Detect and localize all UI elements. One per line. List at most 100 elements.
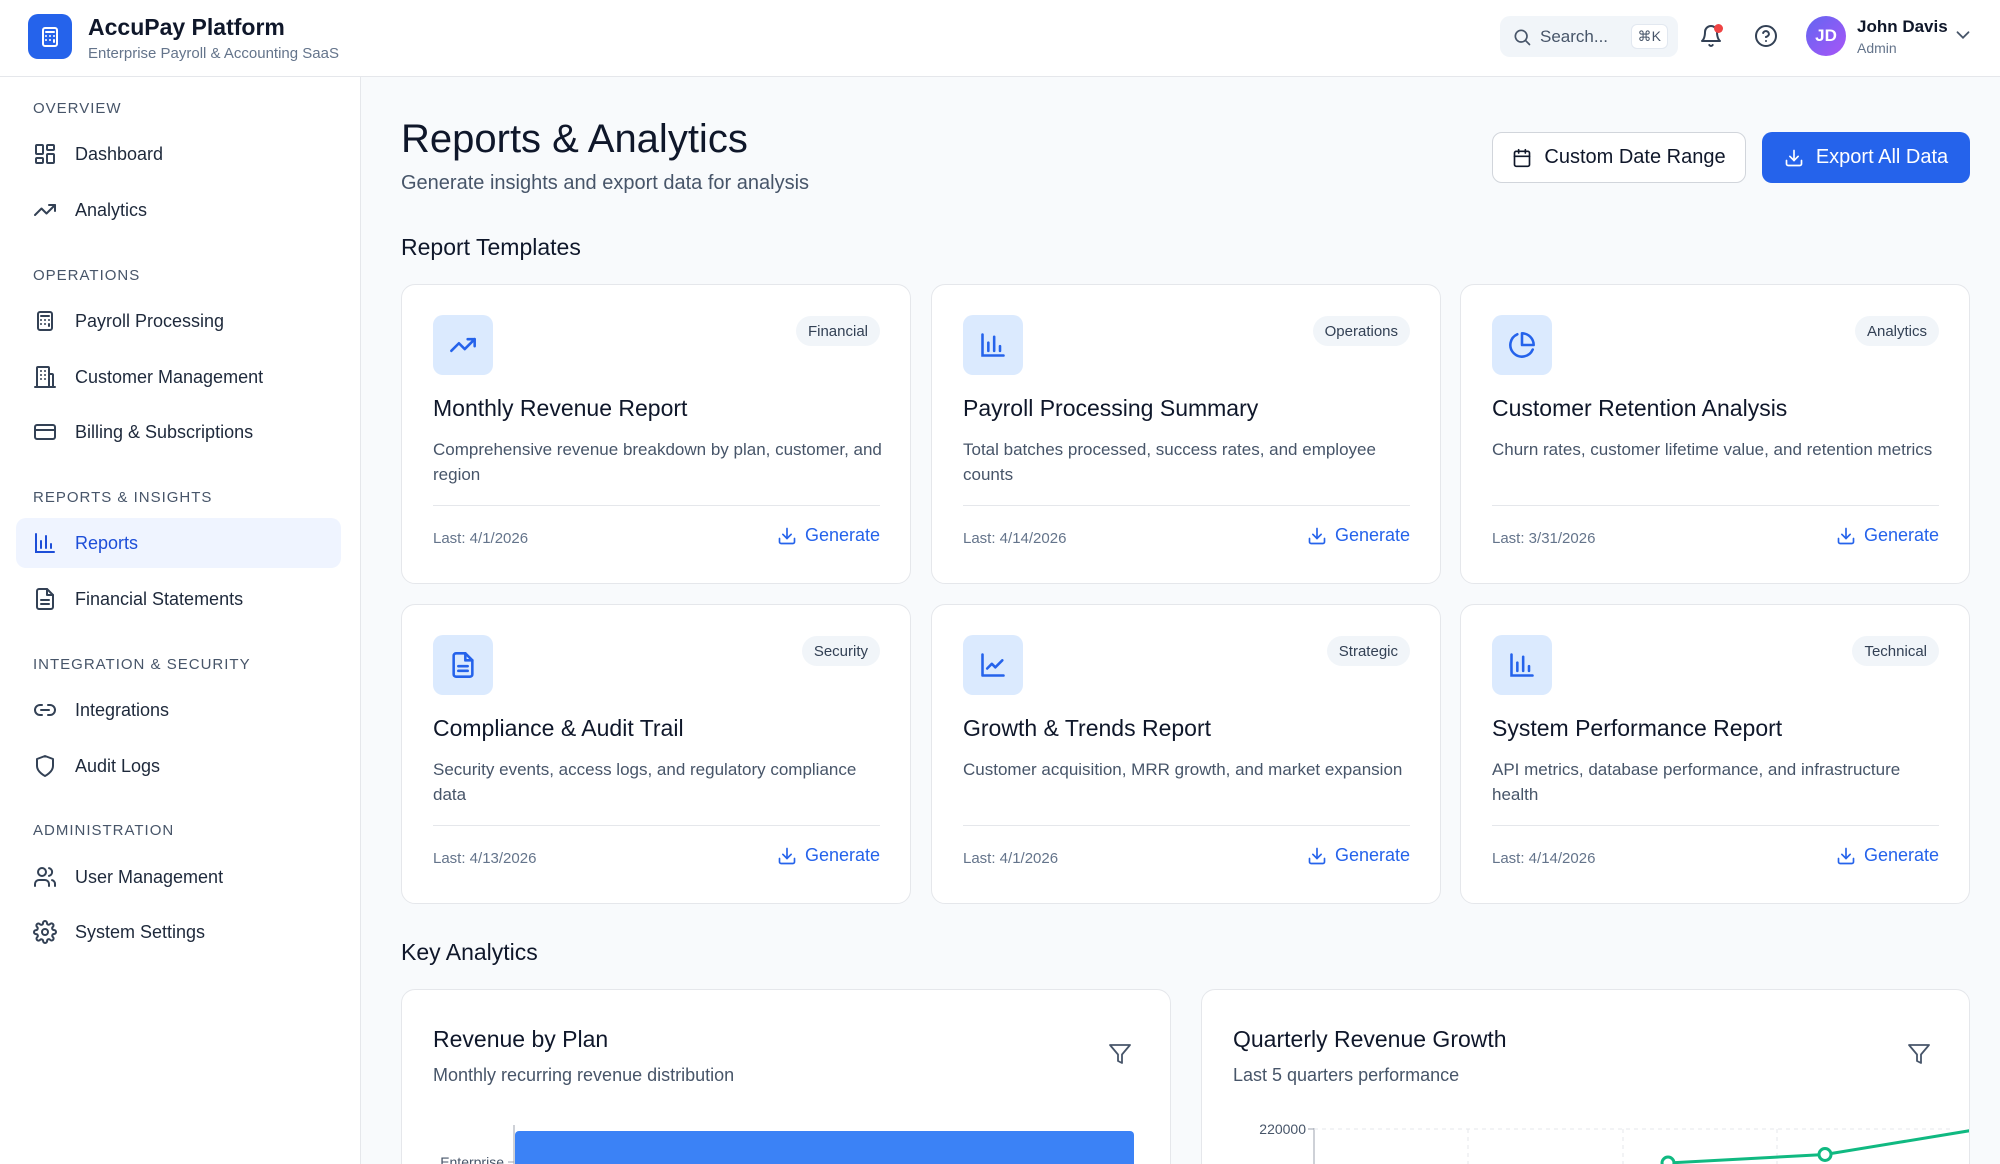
card-description: Churn rates, customer lifetime value, an…	[1492, 440, 1933, 459]
download-icon	[1308, 847, 1326, 864]
y-tick-label: Enterprise	[440, 1154, 504, 1164]
sidebar-item-label: Integrations	[75, 699, 170, 720]
download-icon	[1785, 149, 1803, 166]
sidebar-item-analytics[interactable]: Analytics	[16, 185, 341, 235]
credit-card-icon	[34, 424, 56, 440]
card-description: Customer acquisition, MRR growth, and ma…	[963, 760, 1403, 779]
sidebar-item-label: Billing & Subscriptions	[75, 421, 254, 442]
trending-up-icon	[34, 204, 56, 216]
notification-dot	[1714, 24, 1723, 33]
custom-date-range-button[interactable]: Custom Date Range	[1492, 132, 1746, 183]
users-icon	[34, 867, 57, 887]
sidebar-item-system-settings[interactable]: System Settings	[16, 907, 341, 957]
dashboard-icon	[35, 144, 55, 164]
report-card-growth-trends: Strategic Growth & Trends Report Custome…	[931, 604, 1441, 904]
last-generated: Last: 4/14/2026	[1492, 850, 1596, 867]
divider	[963, 825, 1410, 826]
quarterly-growth-chart: 220000	[1259, 1121, 1969, 1164]
custom-date-range-label: Custom Date Range	[1544, 146, 1726, 168]
link-icon	[34, 704, 56, 716]
bar-enterprise[interactable]	[515, 1131, 1134, 1164]
sidebar-item-dashboard[interactable]: Dashboard	[16, 129, 341, 179]
last-generated: Last: 4/13/2026	[433, 850, 537, 867]
search-icon	[1514, 29, 1531, 45]
bar-chart-icon	[35, 533, 55, 553]
card-title: Compliance & Audit Trail	[433, 715, 684, 741]
last-generated: Last: 4/1/2026	[433, 530, 529, 547]
user-name[interactable]: John Davis	[1857, 17, 1948, 37]
generate-label: Generate	[1334, 525, 1410, 545]
sidebar-item-label: Customer Management	[75, 366, 264, 387]
key-analytics-title: Key Analytics	[401, 939, 538, 965]
card-description: API metrics, database performance, and i…	[1492, 760, 1901, 804]
generate-button[interactable]: Generate	[777, 525, 880, 546]
sidebar-item-integrations[interactable]: Integrations	[16, 685, 341, 735]
sidebar-item-audit-logs[interactable]: Audit Logs	[16, 741, 341, 791]
report-templates-title: Report Templates	[401, 234, 581, 260]
sidebar-section-administration: ADMINISTRATION	[33, 822, 175, 839]
divider	[963, 505, 1410, 506]
search-label: Search...	[1540, 26, 1609, 46]
generate-button[interactable]: Generate	[1307, 525, 1410, 546]
sidebar-item-user-management[interactable]: User Management	[16, 852, 341, 902]
data-point[interactable]	[1660, 1155, 1676, 1164]
category-badge: Financial	[795, 316, 880, 346]
sidebar-item-label: Financial Statements	[75, 588, 244, 609]
download-icon	[1837, 847, 1855, 864]
data-point[interactable]	[1817, 1147, 1833, 1162]
search-shortcut: ⌘K	[1630, 24, 1668, 49]
card-icon-box	[433, 635, 493, 695]
notifications-button[interactable]	[1695, 20, 1727, 52]
document-icon	[452, 652, 474, 678]
download-icon	[1837, 527, 1855, 544]
avatar[interactable]: JD	[1806, 16, 1846, 56]
chevron-down-icon[interactable]	[1952, 24, 1974, 46]
report-card-compliance: Security Compliance & Audit Trail Securi…	[401, 604, 911, 904]
search-button[interactable]: Search... ⌘K	[1500, 16, 1678, 57]
sidebar-section-reports: REPORTS & INSIGHTS	[33, 489, 213, 506]
generate-label: Generate	[1863, 845, 1939, 865]
document-icon	[36, 588, 54, 610]
gear-icon	[33, 920, 57, 944]
divider	[433, 505, 880, 506]
card-title: System Performance Report	[1492, 715, 1783, 741]
sidebar-item-label: Analytics	[75, 199, 148, 220]
export-all-data-button[interactable]: Export All Data	[1762, 132, 1970, 183]
sidebar: OVERVIEW Dashboard Analytics OPERATIONS …	[0, 77, 361, 1164]
last-generated: Last: 3/31/2026	[1492, 530, 1596, 547]
card-icon-box	[1492, 315, 1552, 375]
revenue-by-plan-card: Revenue by Plan Monthly recurring revenu…	[401, 989, 1171, 1164]
help-button[interactable]	[1750, 20, 1782, 52]
card-title: Payroll Processing Summary	[963, 395, 1259, 421]
app-subtitle: Enterprise Payroll & Accounting SaaS	[88, 45, 339, 62]
category-badge: Strategic	[1326, 636, 1410, 666]
y-tick-label: 220000	[1259, 1121, 1306, 1137]
generate-button[interactable]: Generate	[1836, 525, 1939, 546]
sidebar-item-financial-statements[interactable]: Financial Statements	[16, 574, 341, 624]
generate-label: Generate	[804, 525, 880, 545]
generate-label: Generate	[1863, 525, 1939, 545]
divider	[433, 825, 880, 826]
generate-button[interactable]: Generate	[1307, 845, 1410, 866]
generate-label: Generate	[804, 845, 880, 865]
category-badge: Analytics	[1854, 316, 1939, 346]
sidebar-item-customer-management[interactable]: Customer Management	[16, 352, 341, 402]
app-logo[interactable]	[28, 14, 72, 59]
card-icon-box	[1492, 635, 1552, 695]
sidebar-item-billing[interactable]: Billing & Subscriptions	[16, 407, 341, 457]
help-icon	[1755, 25, 1777, 47]
category-badge: Operations	[1312, 316, 1410, 346]
report-card-customer-retention: Analytics Customer Retention Analysis Ch…	[1460, 284, 1970, 584]
pie-chart-icon	[1509, 332, 1535, 358]
user-role: Admin	[1857, 40, 1897, 56]
card-description: Total batches processed, success rates, …	[963, 440, 1376, 484]
generate-button[interactable]: Generate	[1836, 845, 1939, 866]
sidebar-item-label: Reports	[75, 532, 139, 553]
sidebar-item-reports[interactable]: Reports	[16, 518, 341, 568]
sidebar-item-payroll-processing[interactable]: Payroll Processing	[16, 296, 341, 346]
export-all-data-label: Export All Data	[1815, 146, 1949, 168]
card-icon-box	[433, 315, 493, 375]
building-icon	[34, 366, 56, 388]
generate-button[interactable]: Generate	[777, 845, 880, 866]
sidebar-section-operations: OPERATIONS	[33, 267, 141, 284]
